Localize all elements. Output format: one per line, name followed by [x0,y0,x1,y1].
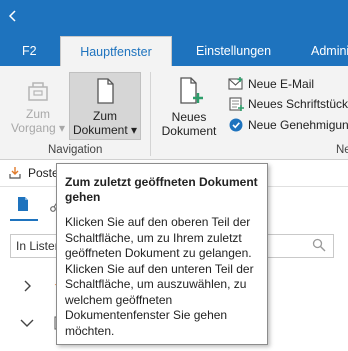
go-to-case-button[interactable]: Zum Vorgang ▾ [8,72,68,140]
mail-icon [228,77,243,90]
go-to-document-label: Zum [93,109,117,123]
navigation-group-label: Navigation [48,144,103,156]
ribbon-tab-row [0,36,348,66]
back-arrow-icon[interactable] [6,9,20,23]
chevron-right-icon[interactable] [22,280,32,292]
tab-f2[interactable]: F2 [22,36,37,66]
document-icon [97,78,114,104]
letter-icon [229,97,244,111]
new-email-label: Neue E-Mail [248,77,315,91]
go-to-document-button[interactable]: Zum Dokument ▾ [69,72,141,140]
search-icon[interactable] [312,238,326,252]
documents-icon[interactable] [16,196,30,212]
active-view-indicator [10,219,38,221]
new-letter-label: Neues Schriftstück [248,97,348,111]
tab-hauptfenster[interactable]: Hauptfenster [60,36,172,66]
new-letter-button[interactable]: Neues Schriftstück [228,96,348,112]
tab-administration[interactable]: Admini [311,36,348,66]
go-to-document-label-2: Dokument ▾ [72,123,138,137]
tooltip-title: Zum zuletzt geöffneten Dokument gehen [65,175,258,204]
title-bar [0,0,348,36]
tab-einstellungen[interactable]: Einstellungen [196,36,271,66]
ribbon-separator [150,72,151,156]
go-to-case-label-2: Vorgang ▾ [10,121,66,135]
new-group-label: Ne [336,144,348,156]
new-document-label: Neues [171,110,207,124]
new-document-label-2: Dokument [161,124,217,138]
go-to-case-label: Zum [26,107,50,121]
inbox-icon [9,167,21,179]
chevron-down-icon[interactable] [20,318,34,328]
new-approval-label: Neue Genehmigung [248,118,348,132]
tooltip-body: Klicken Sie auf den oberen Teil der Scha… [65,215,254,338]
approval-icon [229,118,243,132]
new-approval-button[interactable]: Neue Genehmigung [228,117,348,133]
case-icon [28,82,48,101]
new-document-button[interactable]: Neues Dokument [156,72,222,140]
new-email-button[interactable]: Neue E-Mail [228,76,346,92]
new-document-icon [180,77,203,104]
